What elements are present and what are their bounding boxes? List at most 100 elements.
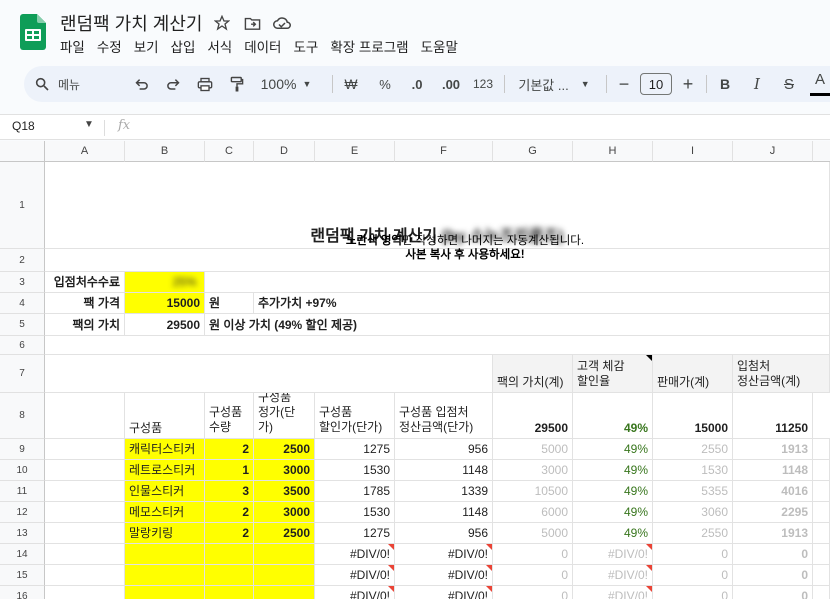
- empty-row-14-j[interactable]: 0: [733, 544, 813, 565]
- value-result[interactable]: 29500: [125, 314, 205, 336]
- empty-row-16-j[interactable]: 0: [733, 586, 813, 599]
- menu-view[interactable]: 보기: [134, 36, 165, 56]
- cell-k8[interactable]: [813, 393, 830, 439]
- item-3-g[interactable]: 10500: [493, 481, 573, 502]
- header-discount-price[interactable]: 구성품 할인가(단가): [315, 393, 395, 439]
- item-3-settle[interactable]: 1339: [395, 481, 493, 502]
- column-header-d[interactable]: D: [254, 141, 315, 162]
- extra-value-note[interactable]: 추가가치 +97%: [254, 293, 830, 314]
- header-sale-total[interactable]: 판매가(계): [653, 355, 733, 393]
- item-5-settle[interactable]: 956: [395, 523, 493, 544]
- empty-row-16-b[interactable]: [125, 586, 205, 599]
- item-4-h[interactable]: 49%: [573, 502, 653, 523]
- row-header-10[interactable]: 10: [0, 460, 45, 481]
- empty-row-16-g[interactable]: 0: [493, 586, 573, 599]
- column-header-i[interactable]: I: [653, 141, 733, 162]
- menu-extensions[interactable]: 확장 프로그램: [330, 36, 414, 56]
- strikethrough-button[interactable]: S: [778, 66, 800, 102]
- item-3-disc[interactable]: 1785: [315, 481, 395, 502]
- empty-row-14-i[interactable]: 0: [653, 544, 733, 565]
- empty-row-15-i[interactable]: 0: [653, 565, 733, 586]
- value-note[interactable]: 원 이상 가치 (49% 할인 제공): [205, 314, 830, 336]
- menu-tools[interactable]: 도구: [293, 36, 324, 56]
- fee-input[interactable]: 25%: [125, 272, 205, 293]
- empty-row-15-f[interactable]: #DIV/0!: [395, 565, 493, 586]
- italic-button[interactable]: I: [746, 66, 768, 102]
- row-header-4[interactable]: 4: [0, 293, 45, 314]
- empty-row-15-h[interactable]: #DIV/0!: [573, 565, 653, 586]
- item-3-a[interactable]: [45, 481, 125, 502]
- item-1-disc[interactable]: 1275: [315, 439, 395, 460]
- empty-row-14-b[interactable]: [125, 544, 205, 565]
- menu-search[interactable]: 메뉴: [34, 66, 114, 102]
- item-4-a[interactable]: [45, 502, 125, 523]
- column-header-k[interactable]: [813, 141, 830, 162]
- row-header-7[interactable]: 7: [0, 355, 45, 393]
- sheets-logo-icon[interactable]: [20, 14, 46, 50]
- undo-icon[interactable]: [130, 66, 152, 102]
- empty-row-14-f[interactable]: #DIV/0!: [395, 544, 493, 565]
- empty-row-14-g[interactable]: 0: [493, 544, 573, 565]
- item-3-price[interactable]: 3500: [254, 481, 315, 502]
- empty-row-14-a[interactable]: [45, 544, 125, 565]
- item-3-i[interactable]: 5355: [653, 481, 733, 502]
- cell-row3[interactable]: [205, 272, 830, 293]
- font-size-input[interactable]: 10: [640, 73, 672, 95]
- price-unit[interactable]: 원: [205, 293, 254, 314]
- item-2-j[interactable]: 1148: [733, 460, 813, 481]
- header-list-price[interactable]: 구성품 정가(단가): [254, 393, 315, 439]
- row-header-11[interactable]: 11: [0, 481, 45, 502]
- header-item[interactable]: 구성품: [125, 393, 205, 439]
- header-settlement-total[interactable]: 입첨처 정산금액(계): [733, 355, 830, 393]
- empty-row-15-c[interactable]: [205, 565, 254, 586]
- star-icon[interactable]: [211, 12, 233, 34]
- sum-pack-value[interactable]: 29500: [493, 393, 573, 439]
- item-3-j[interactable]: 4016: [733, 481, 813, 502]
- sum-settlement[interactable]: 11250: [733, 393, 813, 439]
- item-4-price[interactable]: 3000: [254, 502, 315, 523]
- row-header-9[interactable]: 9: [0, 439, 45, 460]
- item-4-j[interactable]: 2295: [733, 502, 813, 523]
- empty-row-15-a[interactable]: [45, 565, 125, 586]
- empty-row-16-i[interactable]: 0: [653, 586, 733, 599]
- item-1-j[interactable]: 1913: [733, 439, 813, 460]
- item-4-k[interactable]: [813, 502, 830, 523]
- item-3-name[interactable]: 인물스티커: [125, 481, 205, 502]
- font-select[interactable]: 기본값 ... ▼: [512, 66, 596, 102]
- item-4-qty[interactable]: 2: [205, 502, 254, 523]
- fee-label[interactable]: 입점처수수료: [45, 272, 125, 293]
- item-2-qty[interactable]: 1: [205, 460, 254, 481]
- cell-row6[interactable]: [45, 336, 830, 355]
- decrease-font-size-button[interactable]: −: [614, 66, 634, 102]
- item-5-j[interactable]: 1913: [733, 523, 813, 544]
- empty-row-16-d[interactable]: [254, 586, 315, 599]
- cell-row7-left[interactable]: [45, 355, 493, 393]
- item-1-price[interactable]: 2500: [254, 439, 315, 460]
- increase-font-size-button[interactable]: +: [678, 66, 698, 102]
- item-2-g[interactable]: 3000: [493, 460, 573, 481]
- empty-row-16-a[interactable]: [45, 586, 125, 599]
- percent-format-button[interactable]: %: [374, 66, 396, 102]
- decrease-decimal-button[interactable]: .0: [404, 66, 430, 102]
- item-2-name[interactable]: 레트로스티커: [125, 460, 205, 481]
- item-3-k[interactable]: [813, 481, 830, 502]
- item-1-g[interactable]: 5000: [493, 439, 573, 460]
- cell-a8[interactable]: [45, 393, 125, 439]
- item-2-disc[interactable]: 1530: [315, 460, 395, 481]
- item-5-price[interactable]: 2500: [254, 523, 315, 544]
- zoom-select[interactable]: 100% ▼: [256, 66, 316, 102]
- empty-row-16-e[interactable]: #DIV/0!: [315, 586, 395, 599]
- item-3-qty[interactable]: 3: [205, 481, 254, 502]
- print-icon[interactable]: [194, 66, 216, 102]
- name-box[interactable]: Q18: [12, 119, 35, 133]
- empty-row-16-k[interactable]: [813, 586, 830, 599]
- column-header-e[interactable]: E: [315, 141, 395, 162]
- item-5-k[interactable]: [813, 523, 830, 544]
- menu-edit[interactable]: 수정: [97, 36, 128, 56]
- item-2-k[interactable]: [813, 460, 830, 481]
- currency-format-button[interactable]: ₩: [340, 66, 362, 102]
- move-folder-icon[interactable]: [241, 12, 263, 34]
- empty-row-16-c[interactable]: [205, 586, 254, 599]
- item-5-g[interactable]: 5000: [493, 523, 573, 544]
- empty-row-14-k[interactable]: [813, 544, 830, 565]
